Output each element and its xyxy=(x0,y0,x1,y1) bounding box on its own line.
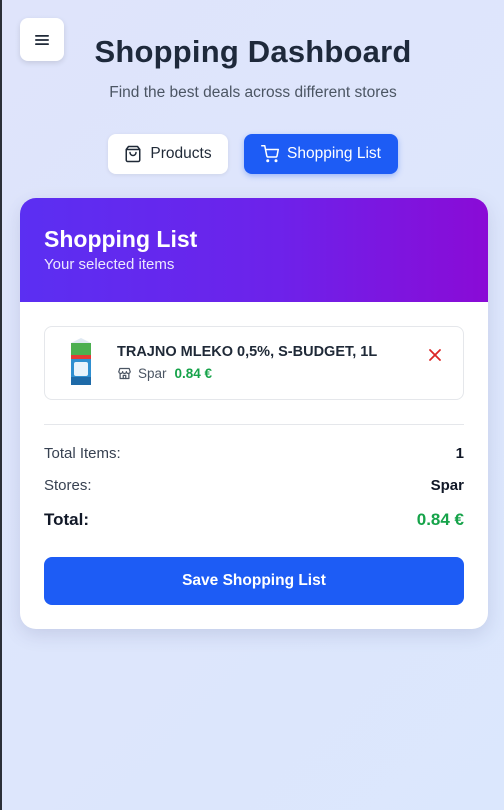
summary-stores: Stores: Spar xyxy=(44,477,464,494)
shopping-cart-icon xyxy=(261,145,280,163)
page-header: Shopping Dashboard Find the best deals a… xyxy=(2,34,504,102)
shopping-list-subtitle: Your selected items xyxy=(44,256,175,273)
close-icon[interactable] xyxy=(427,347,443,363)
item-name: TRAJNO MLEKO 0,5%, S-BUDGET, 1L xyxy=(117,344,378,360)
tab-products-label: Products xyxy=(150,145,212,162)
total-items-value: 1 xyxy=(455,445,464,462)
item-store: Spar xyxy=(138,366,167,381)
item-meta: Spar 0.84 € xyxy=(117,366,212,381)
shopping-list-header: Shopping List Your selected items xyxy=(20,198,488,302)
tab-shopping-list[interactable]: Shopping List xyxy=(244,134,398,174)
total-items-label: Total Items: xyxy=(44,445,121,462)
shopping-list-title: Shopping List xyxy=(44,226,198,252)
total-value: 0.84 € xyxy=(416,510,464,529)
product-thumbnail xyxy=(71,338,91,385)
store-icon xyxy=(118,367,131,380)
page-subtitle: Find the best deals across different sto… xyxy=(109,84,397,101)
save-shopping-list-button[interactable]: Save Shopping List xyxy=(44,557,464,605)
summary-total-items: Total Items: 1 xyxy=(44,445,464,462)
tab-products[interactable]: Products xyxy=(108,134,228,174)
shopping-bag-icon xyxy=(125,145,141,163)
shopping-list-card: Shopping List Your selected items TRAJNO… xyxy=(20,198,488,629)
summary-divider xyxy=(44,424,464,425)
stores-label: Stores: xyxy=(44,477,92,494)
summary-total: Total: 0.84 € xyxy=(44,510,464,530)
tab-shopping-list-label: Shopping List xyxy=(287,145,381,162)
page-title: Shopping Dashboard xyxy=(94,34,412,69)
total-label: Total: xyxy=(44,510,90,529)
list-item: TRAJNO MLEKO 0,5%, S-BUDGET, 1L Spar 0.8… xyxy=(44,326,464,400)
item-price: 0.84 € xyxy=(174,366,213,381)
stores-value: Spar xyxy=(430,477,464,494)
view-tabs: Products Shopping List xyxy=(2,134,504,174)
